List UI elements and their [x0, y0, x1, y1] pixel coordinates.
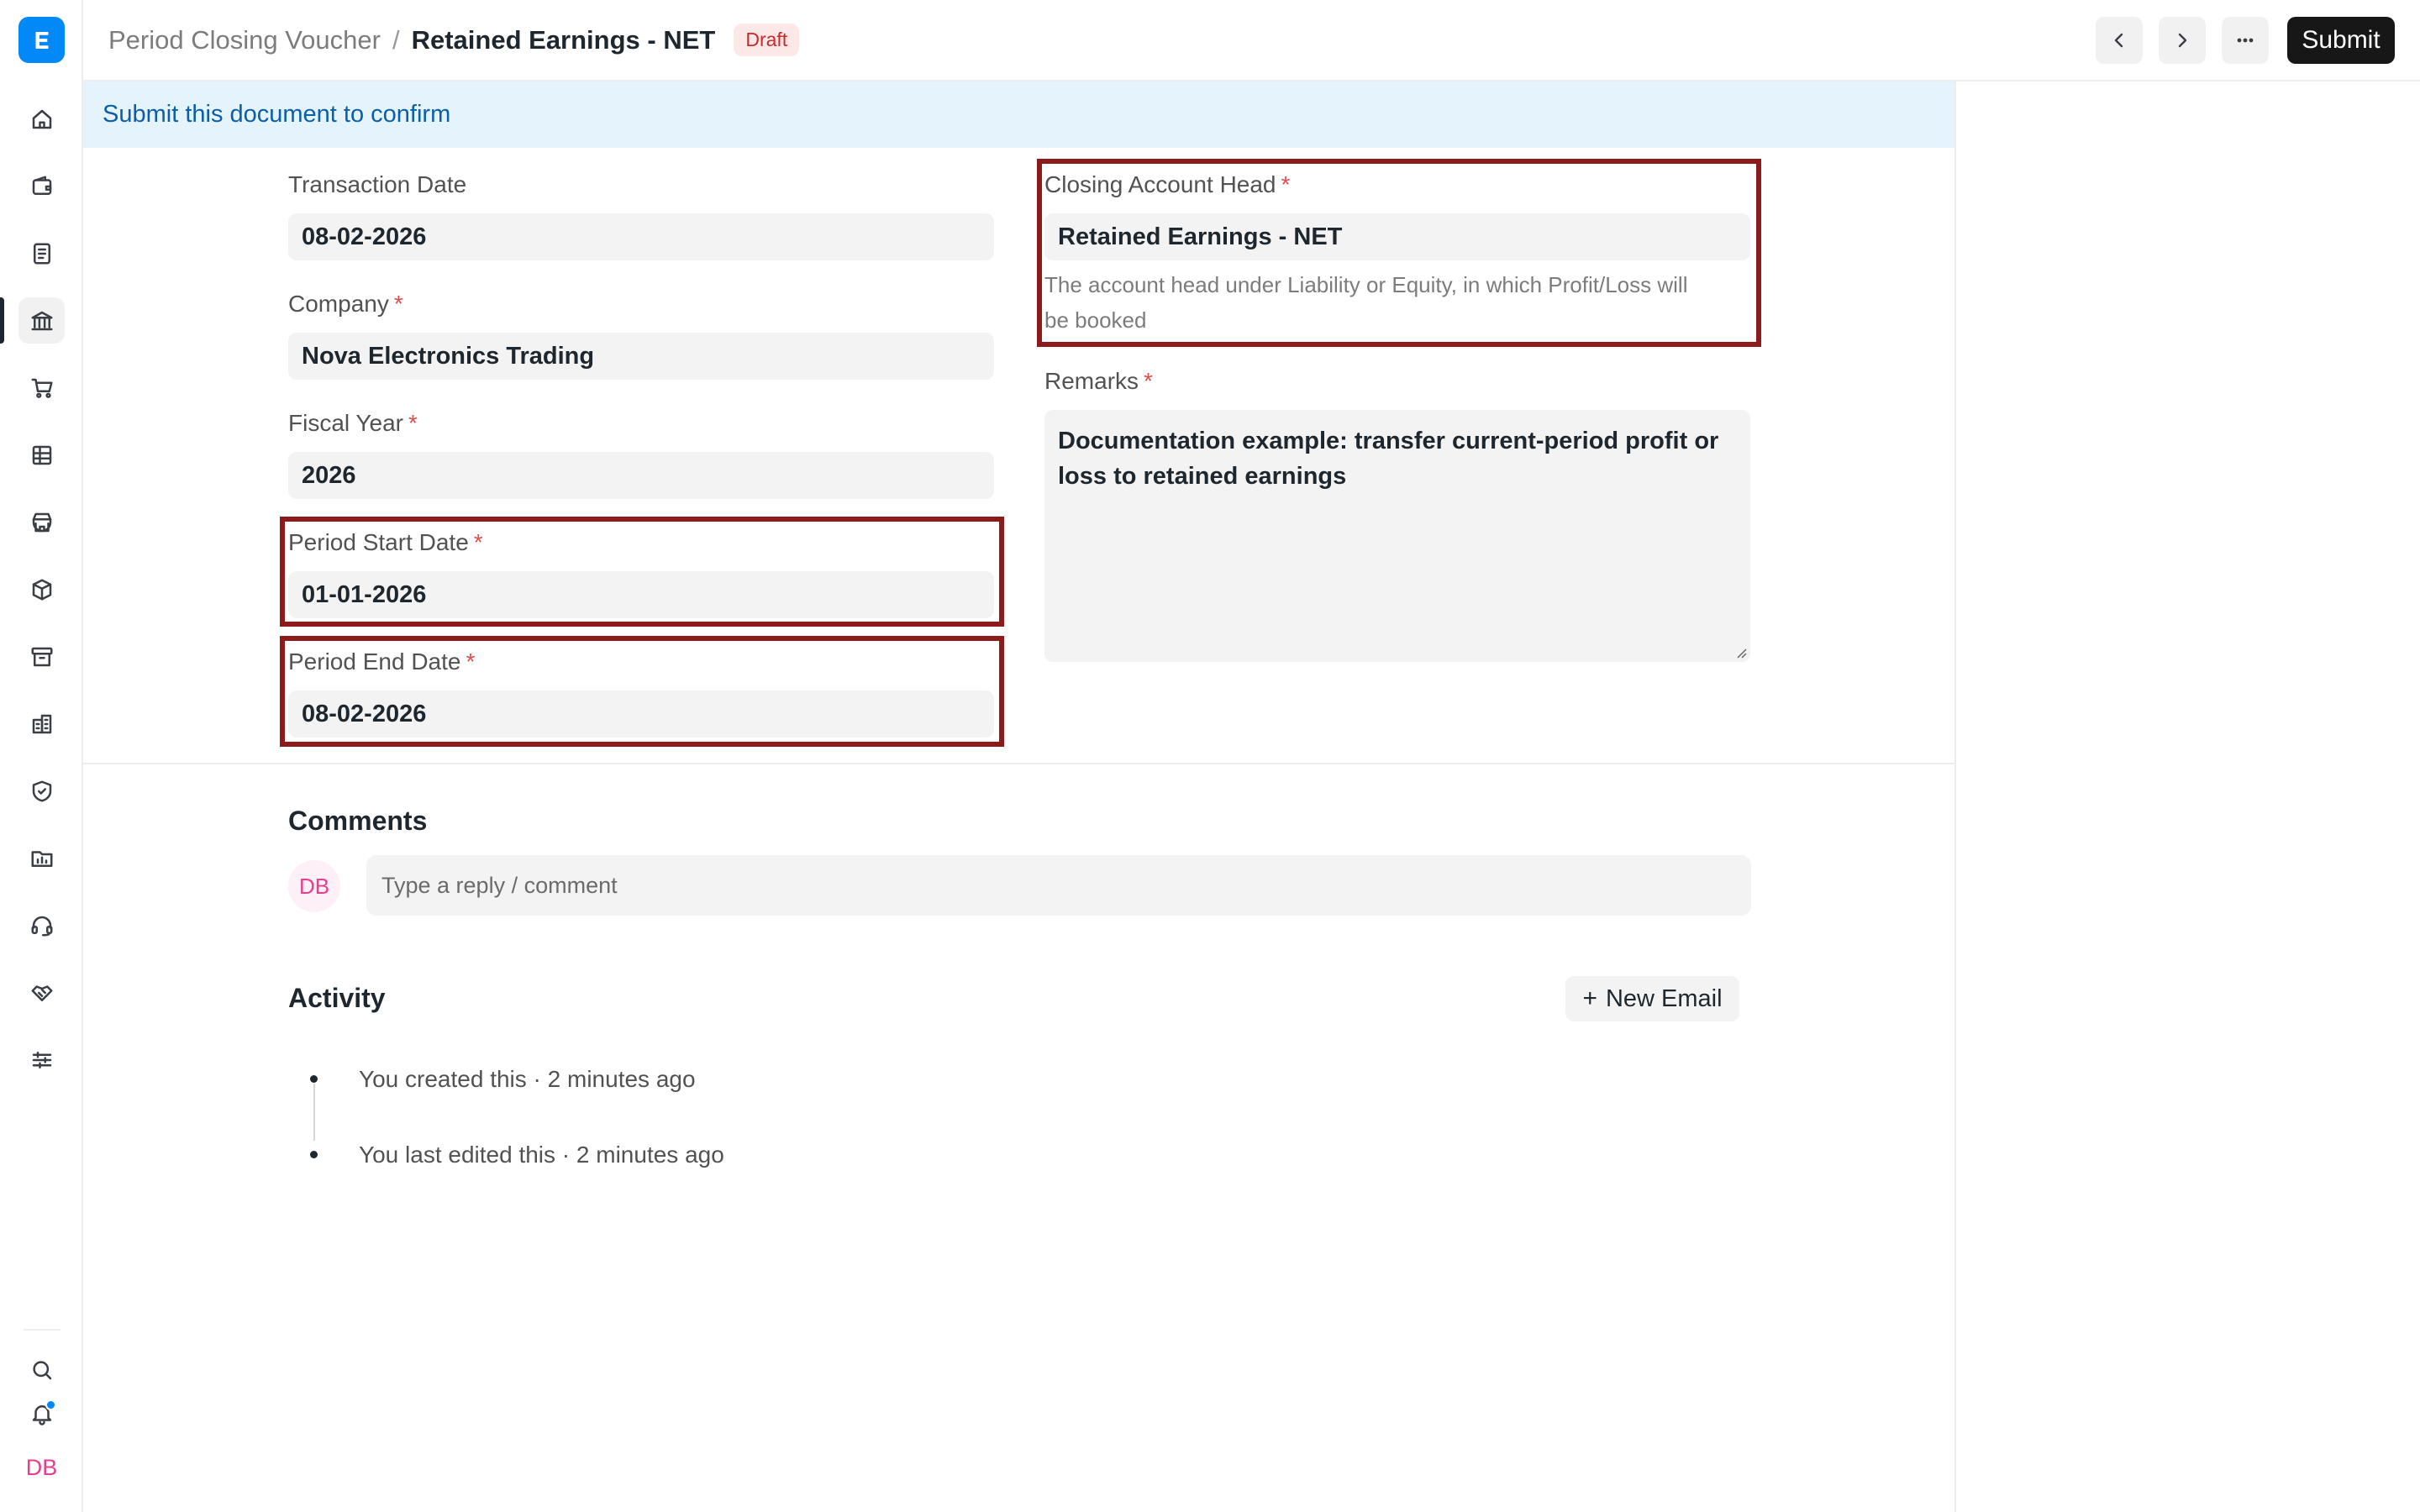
- sidebar-item-support[interactable]: [18, 902, 65, 948]
- package-icon: [32, 579, 51, 600]
- company-field[interactable]: Nova Electronics Trading: [288, 333, 994, 380]
- home-icon: [32, 109, 51, 129]
- erpnext-logo-icon: [35, 31, 48, 49]
- breadcrumb: Period Closing Voucher / Retained Earnin…: [108, 24, 800, 56]
- previous-doc-button[interactable]: [2096, 17, 2143, 64]
- invoice-icon: [33, 243, 50, 264]
- next-doc-button[interactable]: [2159, 17, 2206, 64]
- breadcrumb-separator: /: [392, 24, 400, 55]
- timeline-dot: [310, 1151, 318, 1158]
- handshake-icon: [31, 984, 52, 1001]
- closing-account-head-highlight: [1037, 159, 1761, 347]
- comments-title: Comments: [288, 806, 428, 836]
- search-icon: [32, 1361, 51, 1380]
- new-email-button[interactable]: + New Email: [1565, 976, 1739, 1021]
- resize-grip-icon[interactable]: [1735, 647, 1747, 659]
- sidebar-notifications-button[interactable]: [18, 1393, 65, 1435]
- remarks-label: Remarks *: [1044, 368, 1153, 394]
- sidebar-item-settings[interactable]: [18, 1037, 65, 1083]
- fiscal-year-label: Fiscal Year *: [288, 410, 418, 436]
- store-icon: [32, 512, 51, 532]
- page-title: Retained Earnings - NET: [411, 24, 716, 55]
- sliders-icon: [32, 1051, 51, 1068]
- bank-icon: [31, 311, 52, 330]
- period-end-date-highlight: [280, 636, 1004, 747]
- plus-icon: +: [1582, 984, 1597, 1012]
- building-icon: [32, 714, 51, 733]
- sidebar-item-invoicing[interactable]: [18, 230, 65, 276]
- transaction-date-field[interactable]: 08-02-2026: [288, 213, 994, 260]
- headset-icon: [31, 916, 52, 936]
- timeline-dot: [310, 1075, 318, 1083]
- status-badge: Draft: [734, 24, 800, 56]
- archive-icon: [31, 647, 52, 666]
- sidebar-item-selling[interactable]: [18, 499, 65, 545]
- chart-folder-icon: [31, 850, 52, 867]
- more-actions-button[interactable]: [2222, 17, 2269, 64]
- transaction-date-label: Transaction Date: [288, 171, 467, 197]
- activity-timeline: [313, 1084, 315, 1141]
- comment-avatar: DB: [288, 860, 340, 912]
- breadcrumb-parent-link[interactable]: Period Closing Voucher: [108, 25, 381, 55]
- sidebar-divider: [24, 1329, 60, 1331]
- ellipsis-icon: [2237, 38, 2254, 43]
- sidebar-item-buying[interactable]: [18, 365, 65, 411]
- page-header: Period Closing Voucher / Retained Earnin…: [83, 0, 2420, 81]
- sidebar-item-projects[interactable]: [18, 835, 65, 881]
- sidebar: DB: [0, 0, 83, 1512]
- activity-title: Activity: [288, 983, 386, 1013]
- remarks-textarea[interactable]: Documentation example: transfer current-…: [1044, 410, 1750, 662]
- banner-message: Submit this document to confirm: [103, 101, 451, 128]
- company-label: Company *: [288, 291, 403, 317]
- wallet-icon: [32, 176, 51, 195]
- sidebar-item-quality[interactable]: [18, 768, 65, 814]
- sidebar-search-button[interactable]: [18, 1349, 65, 1391]
- sidebar-item-crm[interactable]: [18, 969, 65, 1016]
- activity-item: You created this · 2 minutes ago: [359, 1066, 696, 1092]
- comment-input[interactable]: Type a reply / comment: [366, 855, 1751, 916]
- app-logo[interactable]: [18, 17, 65, 63]
- sidebar-item-home[interactable]: [18, 96, 65, 142]
- active-indicator: [0, 297, 4, 344]
- side-panel-divider: [1954, 81, 1956, 1512]
- cart-icon: [31, 378, 52, 398]
- fiscal-year-field[interactable]: 2026: [288, 452, 994, 499]
- chevron-left-icon: [2114, 33, 2123, 48]
- sidebar-item-accounting[interactable]: [18, 163, 65, 209]
- table-icon: [32, 445, 51, 465]
- shield-check-icon: [32, 780, 51, 801]
- sidebar-item-stock[interactable]: [18, 566, 65, 612]
- sidebar-item-assets[interactable]: [18, 633, 65, 680]
- sidebar-item-reports[interactable]: [18, 432, 65, 478]
- user-avatar[interactable]: DB: [18, 1446, 65, 1488]
- chevron-right-icon: [2178, 33, 2187, 48]
- submit-button[interactable]: Submit: [2287, 17, 2395, 64]
- notification-dot: [45, 1399, 56, 1410]
- sidebar-item-manufacturing[interactable]: [18, 701, 65, 747]
- submit-banner: Submit this document to confirm: [83, 81, 1955, 148]
- activity-item: You last edited this · 2 minutes ago: [359, 1142, 724, 1168]
- section-divider: [83, 763, 1955, 764]
- sidebar-item-banking[interactable]: [18, 297, 65, 344]
- period-start-date-highlight: [280, 517, 1004, 627]
